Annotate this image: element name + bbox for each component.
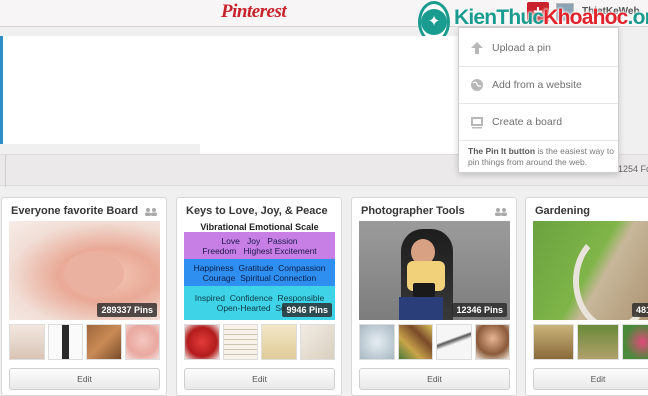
globe-icon <box>470 78 484 92</box>
pin-count-badge: 289337 Pins <box>97 303 157 317</box>
thumbnail-image[interactable] <box>299 324 335 360</box>
thumbnail-image[interactable] <box>261 324 297 360</box>
board-card[interactable]: Gardening 481 Edit <box>525 197 648 396</box>
menu-item-label: Add from a website <box>492 79 582 91</box>
board-card[interactable]: Photographer Tools 12346 Pins Edit <box>351 197 517 396</box>
group-board-icon <box>145 208 157 216</box>
thumbnail-image[interactable] <box>397 324 433 360</box>
board-card[interactable]: Everyone favorite Board 289337 Pins Edit <box>1 197 167 396</box>
upload-arrow-icon <box>470 41 484 55</box>
board-title[interactable]: Everyone favorite Board <box>11 205 138 217</box>
board-cover-image[interactable]: 481 <box>533 221 648 320</box>
followers-count[interactable]: 1254 Fo <box>618 164 648 174</box>
board-thumbnails <box>9 324 160 360</box>
board-title[interactable]: Gardening <box>535 205 590 217</box>
thumbnail-image[interactable] <box>86 324 122 360</box>
board-cover-image[interactable]: 289337 Pins <box>9 221 160 320</box>
menu-item-add-website[interactable]: Add from a website <box>459 67 618 104</box>
group-board-icon <box>495 208 507 216</box>
board-thumbnails <box>184 324 335 360</box>
menu-item-label: Create a board <box>492 116 563 128</box>
menu-item-create-board[interactable]: Create a board <box>459 104 618 141</box>
board-title[interactable]: Photographer Tools <box>361 205 465 217</box>
edit-board-button[interactable]: Edit <box>9 368 160 390</box>
pin-it-link[interactable]: The Pin It button <box>468 146 535 156</box>
thumbnail-image[interactable] <box>359 324 395 360</box>
edit-board-button[interactable]: Edit <box>533 368 648 390</box>
thumbnail-image[interactable] <box>184 324 220 360</box>
pin-count-badge: 481 <box>631 303 648 317</box>
add-menu-dropdown: Upload a pin Add from a website Create a… <box>458 27 619 173</box>
menu-item-label: Upload a pin <box>492 42 551 54</box>
thumbnail-image[interactable] <box>436 324 472 360</box>
thumbnail-image[interactable] <box>47 324 83 360</box>
board-title[interactable]: Keys to Love, Joy, & Peace <box>186 205 328 217</box>
thumbnail-image[interactable] <box>577 324 619 360</box>
pin-count-badge: 9946 Pins <box>282 303 332 317</box>
board-thumbnails <box>533 324 648 360</box>
pin-count-badge: 12346 Pins <box>452 303 507 317</box>
thumbnail-image[interactable] <box>621 324 648 360</box>
panel-edge <box>0 36 3 144</box>
thumbnail-image[interactable] <box>9 324 45 360</box>
board-cover-image[interactable]: 12346 Pins <box>359 221 510 320</box>
board-thumbnails <box>359 324 510 360</box>
edit-board-button[interactable]: Edit <box>359 368 510 390</box>
pin-it-description: The Pin It button is the easiest way to … <box>468 146 614 167</box>
menu-item-upload-pin[interactable]: Upload a pin <box>459 30 618 67</box>
board-icon <box>470 115 484 129</box>
pinterest-logo[interactable]: Pinterest <box>221 1 287 23</box>
thumbnail-image[interactable] <box>474 324 510 360</box>
board-card[interactable]: Keys to Love, Joy, & Peace Vibrational E… <box>176 197 342 396</box>
edit-board-button[interactable]: Edit <box>184 368 335 390</box>
board-cover-image[interactable]: Vibrational Emotional Scale Love Joy Pas… <box>184 221 335 320</box>
thumbnail-image[interactable] <box>533 324 575 360</box>
content-panel-extension <box>200 36 458 154</box>
thumbnail-image[interactable] <box>124 324 160 360</box>
thumbnail-image[interactable] <box>222 324 258 360</box>
